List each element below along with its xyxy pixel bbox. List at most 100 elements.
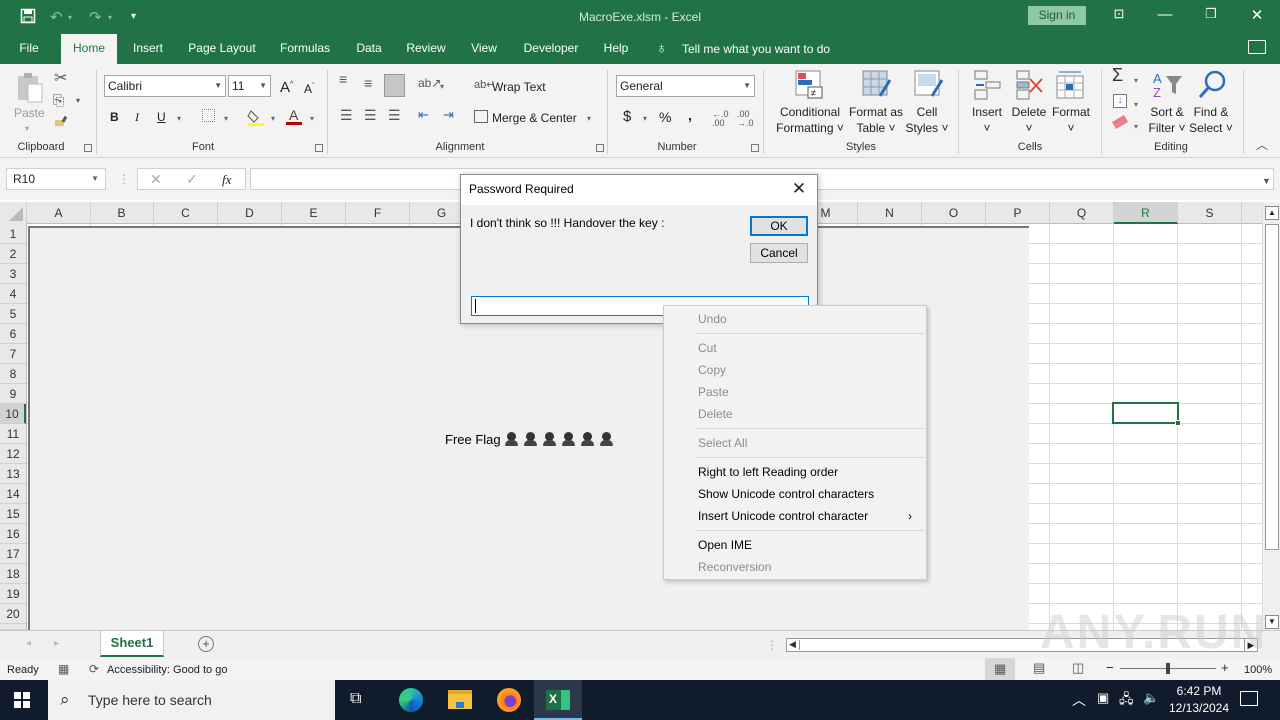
format-as-table-button[interactable]: Format as Table ˅: [846, 104, 906, 136]
merge-center-button[interactable]: Merge & Center: [492, 111, 577, 125]
menu-item-show-unicode-control-characters[interactable]: Show Unicode control characters: [698, 487, 874, 501]
row-header-15[interactable]: 15: [0, 504, 26, 524]
zoom-in-button[interactable]: +: [1221, 661, 1229, 675]
delete-cells-button[interactable]: Delete ˅: [1006, 104, 1052, 136]
copy-dropdown-icon[interactable]: ▾: [76, 96, 80, 105]
sheet-tab-sheet1[interactable]: Sheet1: [100, 631, 164, 657]
borders-icon[interactable]: [202, 109, 215, 122]
tab-data[interactable]: Data: [348, 34, 390, 64]
page-break-view-icon[interactable]: ◫: [1072, 661, 1084, 675]
dialog-close-icon[interactable]: ✕: [787, 178, 811, 202]
insert-function-button[interactable]: fx: [222, 173, 231, 187]
bottom-align-icon[interactable]: [384, 74, 405, 97]
tab-view[interactable]: View: [462, 34, 506, 64]
show-hidden-icons[interactable]: ︿: [1072, 690, 1086, 710]
name-box[interactable]: R10 ▼: [6, 168, 106, 190]
sort-filter-button[interactable]: Sort & Filter ˅: [1144, 104, 1190, 136]
column-header-n[interactable]: N: [858, 202, 922, 224]
tab-formulas[interactable]: Formulas: [272, 34, 338, 64]
align-center-icon[interactable]: ☰: [364, 108, 377, 122]
percent-button[interactable]: %: [659, 110, 671, 124]
column-header-e[interactable]: E: [282, 202, 346, 224]
menu-item-undo[interactable]: Undo: [698, 312, 727, 326]
volume-icon[interactable]: 🔈: [1143, 690, 1159, 706]
page-layout-view-icon[interactable]: ▤: [1033, 661, 1045, 675]
column-header-r[interactable]: R: [1114, 202, 1178, 224]
formula-bar-grip-icon[interactable]: ⋮: [118, 172, 130, 186]
number-launcher-icon[interactable]: [751, 144, 759, 152]
row-header-3[interactable]: 3: [0, 264, 26, 284]
menu-item-copy[interactable]: Copy: [698, 363, 726, 377]
autosum-dropdown-icon[interactable]: ▾: [1134, 74, 1138, 88]
expand-formula-bar-icon[interactable]: ▼: [1262, 174, 1271, 188]
excel-taskbar-button[interactable]: X: [534, 680, 582, 720]
currency-button[interactable]: $: [623, 109, 631, 124]
row-header-13[interactable]: 13: [0, 464, 26, 484]
orientation-icon[interactable]: ab↗: [418, 76, 441, 90]
menu-item-open-ime[interactable]: Open IME: [698, 538, 752, 552]
decrease-indent-icon[interactable]: ⇤: [418, 108, 429, 122]
restore-button[interactable]: ❐: [1196, 6, 1226, 22]
menu-item-right-to-left-reading-order[interactable]: Right to left Reading order: [698, 465, 838, 479]
align-left-icon[interactable]: ☰: [340, 108, 353, 122]
row-header-20[interactable]: 20: [0, 604, 26, 624]
zoom-level[interactable]: 100%: [1244, 663, 1272, 677]
currency-dropdown-icon[interactable]: ▾: [643, 112, 647, 126]
next-sheet-icon[interactable]: ▸: [54, 637, 59, 651]
menu-item-select-all[interactable]: Select All: [698, 436, 747, 450]
tab-insert[interactable]: Insert: [124, 34, 172, 64]
notifications-icon[interactable]: [1240, 691, 1258, 706]
decrease-font-size-icon[interactable]: Aˇ: [304, 80, 314, 96]
row-header-5[interactable]: 5: [0, 304, 26, 324]
edge-icon[interactable]: [399, 688, 423, 712]
column-header-s[interactable]: S: [1178, 202, 1242, 224]
row-header-11[interactable]: 11: [0, 424, 26, 444]
select-all-button[interactable]: [0, 202, 27, 224]
wrap-text-button[interactable]: Wrap Text: [492, 80, 546, 94]
increase-font-size-icon[interactable]: A^: [280, 78, 293, 95]
decrease-decimal-icon[interactable]: .00 →.0: [737, 110, 754, 128]
find-select-button[interactable]: Find & Select ˅: [1188, 104, 1234, 136]
macro-record-icon[interactable]: ▦: [58, 662, 69, 676]
row-header-17[interactable]: 17: [0, 544, 26, 564]
comments-icon[interactable]: [1248, 40, 1266, 54]
file-explorer-icon[interactable]: [448, 690, 472, 709]
vertical-scroll-thumb[interactable]: [1265, 224, 1279, 550]
vertical-scrollbar[interactable]: ▲ ▼: [1262, 202, 1280, 630]
firefox-icon[interactable]: [497, 688, 521, 712]
row-header-12[interactable]: 12: [0, 444, 26, 464]
zoom-slider-thumb[interactable]: [1166, 663, 1170, 674]
font-size-combo[interactable]: 11 ▼: [228, 75, 271, 97]
copy-icon[interactable]: ⎘: [53, 92, 64, 109]
font-color-dropdown-icon[interactable]: ▾: [310, 112, 314, 126]
minimize-button[interactable]: —: [1150, 6, 1180, 23]
cell-styles-button[interactable]: Cell Styles ˅: [904, 104, 950, 136]
row-header-19[interactable]: 19: [0, 584, 26, 604]
cancel-entry-icon[interactable]: ✕: [150, 172, 162, 186]
active-cell[interactable]: [1112, 402, 1179, 424]
menu-item-insert-unicode-control-character[interactable]: Insert Unicode control character: [698, 509, 868, 523]
windows-start-icon[interactable]: [14, 692, 30, 708]
row-header-16[interactable]: 16: [0, 524, 26, 544]
clock[interactable]: 6:42 PM 12/13/2024: [1166, 683, 1232, 717]
column-header-q[interactable]: Q: [1050, 202, 1114, 224]
borders-dropdown-icon[interactable]: ▾: [224, 112, 228, 126]
increase-indent-icon[interactable]: ⇥: [443, 108, 454, 122]
row-header-6[interactable]: 6: [0, 324, 26, 344]
scroll-left-icon[interactable]: ◀: [789, 639, 796, 650]
top-align-icon[interactable]: ≡: [339, 72, 347, 86]
task-view-icon[interactable]: ⧉: [350, 690, 361, 708]
meet-now-icon[interactable]: ▣: [1097, 690, 1109, 706]
cancel-button[interactable]: Cancel: [750, 243, 808, 263]
row-header-4[interactable]: 4: [0, 284, 26, 304]
tab-review[interactable]: Review: [400, 34, 452, 64]
sign-in-button[interactable]: Sign in: [1028, 6, 1086, 25]
fill-dropdown-icon[interactable]: ▾: [1134, 98, 1138, 112]
alignment-launcher-icon[interactable]: [596, 144, 604, 152]
number-format-combo[interactable]: General ▼: [616, 75, 755, 97]
scroll-up-icon[interactable]: ▲: [1265, 206, 1279, 220]
fill-handle[interactable]: [1175, 420, 1181, 426]
normal-view-button[interactable]: ▦: [985, 658, 1015, 680]
tab-file[interactable]: File: [10, 34, 48, 64]
clipboard-launcher-icon[interactable]: [84, 144, 92, 152]
